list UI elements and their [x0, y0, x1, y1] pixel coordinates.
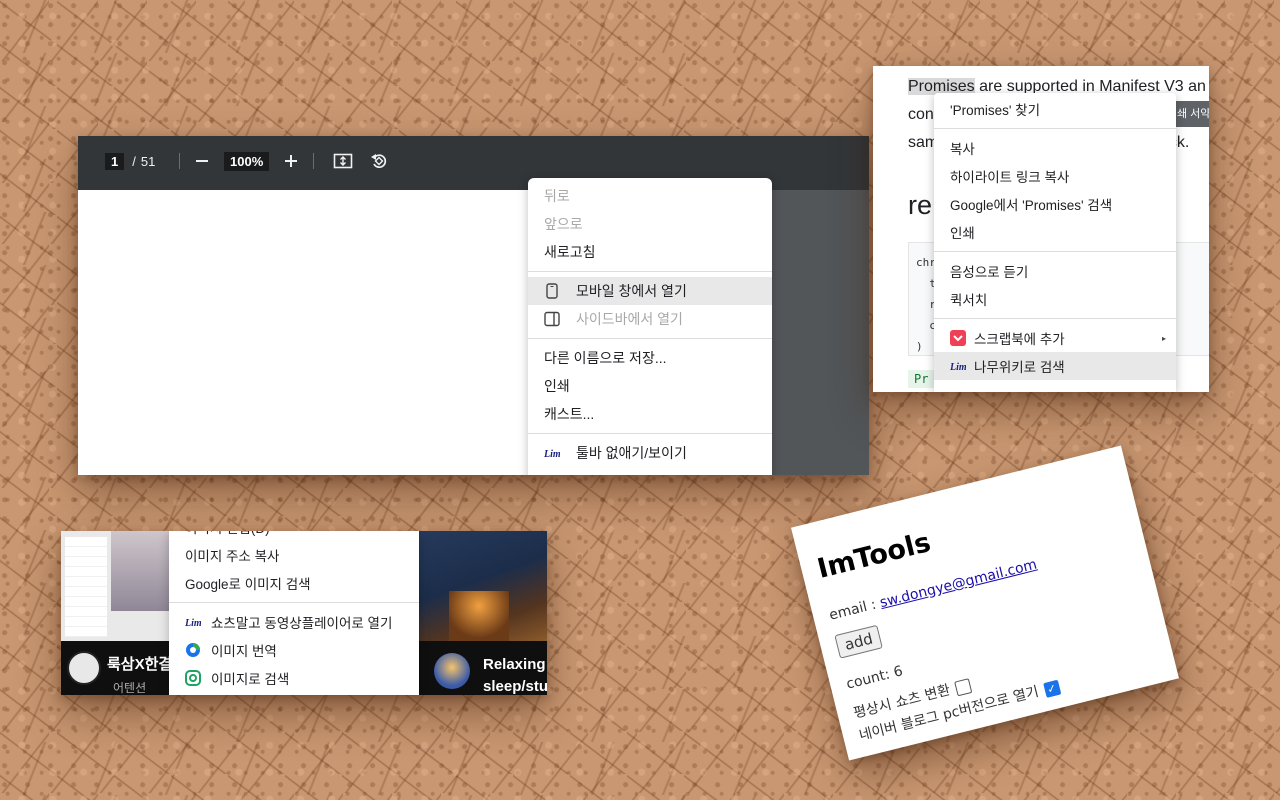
menu-separator	[528, 271, 772, 272]
menu-item-google-search[interactable]: Google에서 'Promises' 검색	[934, 190, 1176, 218]
channel-avatar[interactable]	[434, 653, 470, 689]
pdf-context-menu: 뒤로 앞으로 새로고침 모바일 창에서 열기 사이드바에서 열기 다른 이름으로…	[528, 178, 772, 475]
menu-item-google-image-search[interactable]: Google로 이미지 검색	[169, 569, 419, 597]
imtools-popup: ImTools email : sw.dongye@gmail.com add …	[791, 445, 1179, 761]
pdf-viewer-window: 1 / 51 100% 뒤로 앞으로 새로고침 모바일 창에서 열기 사이드바에…	[78, 136, 869, 475]
svg-text:Lim: Lim	[950, 362, 966, 372]
lim-extension-icon: Lim	[950, 358, 966, 374]
menu-item-translate-image-label: 이미지 번역	[211, 644, 277, 659]
channel-name[interactable]: 어텐션	[113, 679, 146, 695]
menu-item-copy-image-address[interactable]: 이미지 주소 복사	[169, 541, 419, 569]
menu-item-listen[interactable]: 음성으로 듣기	[934, 257, 1176, 285]
menu-item-open-mobile-label: 모바일 창에서 열기	[576, 283, 687, 299]
video-title[interactable]: 룩삼X한결	[107, 653, 172, 674]
code-chip: Pr	[908, 370, 935, 388]
menu-item-translate-image[interactable]: 이미지 번역	[169, 636, 419, 664]
menu-item-open-mobile[interactable]: 모바일 창에서 열기	[528, 277, 772, 305]
code-line: c	[916, 319, 936, 332]
add-button[interactable]: add	[834, 624, 884, 659]
translate-icon	[185, 642, 201, 658]
pocket-icon	[950, 330, 966, 346]
minus-icon	[196, 160, 208, 162]
thumbnail-art	[111, 531, 169, 611]
rotate-button[interactable]	[369, 136, 389, 186]
svg-text:Lim: Lim	[544, 449, 560, 459]
menu-item-open-player-label: 쇼츠말고 동영상플레이어로 열기	[211, 616, 393, 631]
sidebar-icon	[544, 311, 560, 327]
menu-separator	[528, 338, 772, 339]
menu-item-search-by-image[interactable]: 이미지로 검색	[169, 664, 419, 692]
menu-separator	[934, 128, 1176, 129]
menu-item-open-sidebar-label: 사이드바에서 열기	[576, 311, 683, 327]
code-line: chr	[916, 256, 936, 269]
menu-item-open-sidebar: 사이드바에서 열기	[528, 305, 772, 333]
menu-separator	[169, 602, 419, 603]
plus-icon	[285, 155, 297, 167]
page-context-menu: 'Promises' 찾기 복사 하이라이트 링크 복사 Google에서 'P…	[934, 93, 1176, 392]
toolbar-divider	[313, 153, 314, 169]
video-thumbnail-1[interactable]	[61, 531, 169, 641]
menu-item-find[interactable]: 'Promises' 찾기	[934, 95, 1176, 123]
zoom-level-input[interactable]: 100%	[224, 151, 270, 171]
video-title-line: Relaxing	[483, 656, 546, 673]
menu-item-namuwiki[interactable]: Lim 나무위키로 검색	[934, 352, 1176, 380]
email-label: email :	[827, 595, 883, 624]
menu-separator	[934, 251, 1176, 252]
rotate-icon	[371, 154, 387, 169]
page-number-input[interactable]: 1	[105, 152, 125, 170]
zoom-out-button[interactable]	[194, 136, 210, 186]
section-heading: re	[908, 190, 933, 220]
naver-pc-checkbox[interactable]: ✓	[1042, 679, 1061, 698]
video-thumbnail-2[interactable]	[419, 531, 547, 641]
menu-separator	[528, 433, 772, 434]
page-total: 51	[140, 153, 156, 169]
fit-page-button[interactable]	[333, 136, 353, 186]
svg-text:Lim: Lim	[185, 618, 201, 628]
thumbnail-chat-panel	[65, 537, 107, 637]
code-line: t	[916, 277, 936, 290]
menu-item-print[interactable]: 인쇄	[528, 372, 772, 400]
menu-item-save-as[interactable]: 다른 이름으로 저장...	[528, 344, 772, 372]
docs-page-window: Promises are supported in Manifest V3 an…	[873, 66, 1209, 392]
thumbnail-light	[449, 591, 509, 641]
lim-extension-icon: Lim	[544, 445, 560, 461]
code-line: )	[916, 340, 923, 353]
doc-paragraph-line2: con	[908, 106, 934, 123]
image-context-menu: 이미지 편집(D) 이미지 주소 복사 Google로 이미지 검색 Lim 쇼…	[169, 531, 419, 695]
menu-separator	[934, 318, 1176, 319]
shorts-convert-checkbox[interactable]	[954, 677, 973, 696]
menu-item-namuwiki-label: 나무위키로 검색	[974, 360, 1065, 375]
video-title-line: sleep/stu	[483, 678, 547, 695]
channel-avatar[interactable]	[67, 651, 101, 685]
code-line: r	[916, 298, 936, 311]
menu-item-toggle-toolbar[interactable]: Lim 툴바 없애기/보이기	[528, 439, 772, 467]
menu-item-print[interactable]: 인쇄	[934, 218, 1176, 246]
menu-item-forward: 앞으로	[544, 216, 583, 232]
menu-item-quick-search[interactable]: 퀵서치	[934, 285, 1176, 313]
menu-item-search-by-image-label: 이미지로 검색	[211, 672, 290, 687]
popup-title: ImTools	[814, 526, 934, 585]
fit-to-page-icon	[333, 153, 353, 169]
page-separator: /	[132, 153, 136, 169]
menu-item-copy[interactable]: 복사	[934, 134, 1176, 162]
count-label: count: 6	[844, 663, 905, 693]
menu-item-back: 뒤로	[544, 188, 570, 204]
menu-item-reload[interactable]: 새로고침	[528, 238, 772, 266]
menu-item-scrapbook-label: 스크랩북에 추가	[974, 332, 1065, 347]
video-title[interactable]: Relaxing sleep/stu	[483, 654, 547, 695]
menu-item-copy-highlight-link[interactable]: 하이라이트 링크 복사	[934, 162, 1176, 190]
menu-item-toggle-toolbar-label: 툴바 없애기/보이기	[576, 445, 687, 461]
lens-icon	[185, 670, 201, 686]
submenu-arrow-icon: ▸	[1161, 333, 1166, 343]
zoom-in-button[interactable]	[283, 136, 299, 186]
menu-item-edit-image[interactable]: 이미지 편집(D)	[169, 531, 419, 541]
lim-extension-icon: Lim	[185, 614, 201, 630]
toolbar-divider	[179, 153, 180, 169]
menu-item-open-player[interactable]: Lim 쇼츠말고 동영상플레이어로 열기	[169, 608, 419, 636]
mobile-device-icon	[544, 283, 560, 299]
menu-item-cast[interactable]: 캐스트...	[528, 400, 772, 428]
tooltip-badge: 쇄 서약	[1174, 101, 1209, 127]
video-thumbnails-window: 룩삼X한결 어텐션 Relaxing sleep/stu 이미지 편집(D) 이…	[61, 531, 547, 695]
menu-item-scrapbook[interactable]: 스크랩북에 추가 ▸	[934, 324, 1176, 352]
